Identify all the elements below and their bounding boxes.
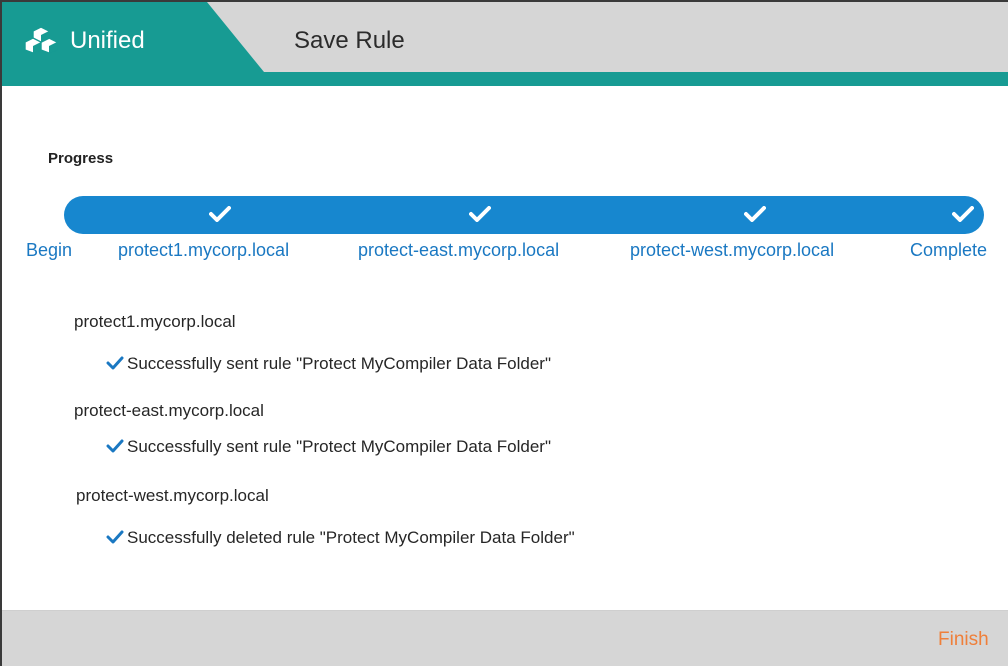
progress-bar (64, 196, 984, 234)
step-check-icon (952, 206, 974, 222)
step-complete[interactable]: Complete (910, 239, 987, 261)
result-host: protect-east.mycorp.local (74, 401, 264, 420)
result-message-text: Successfully sent rule "Protect MyCompil… (127, 354, 551, 373)
brand-label: Unified (70, 27, 145, 54)
progress-heading: Progress (48, 150, 114, 167)
step-protect-west[interactable]: protect-west.mycorp.local (630, 239, 834, 261)
step-protect1[interactable]: protect1.mycorp.local (118, 239, 289, 261)
result-message: Successfully sent rule "Protect MyCompil… (106, 436, 551, 458)
step-protect-east[interactable]: protect-east.mycorp.local (358, 239, 559, 261)
cubes-icon (24, 26, 58, 54)
step-begin[interactable]: Begin (26, 239, 72, 261)
result-host: protect-west.mycorp.local (76, 486, 269, 505)
success-check-icon (106, 356, 124, 370)
header-accent-strip (2, 72, 1008, 86)
result-message: Successfully deleted rule "Protect MyCom… (106, 527, 575, 549)
result-message: Successfully sent rule "Protect MyCompil… (106, 353, 551, 375)
result-message-text: Successfully deleted rule "Protect MyCom… (127, 528, 575, 547)
finish-button[interactable]: Finish (938, 628, 989, 652)
result-message-text: Successfully sent rule "Protect MyCompil… (127, 437, 551, 456)
success-check-icon (106, 439, 124, 453)
wizard-window: Unified Save Rule Progress Begin protect… (0, 0, 1008, 666)
step-check-icon (209, 206, 231, 222)
footer-bar (2, 610, 1008, 666)
result-host: protect1.mycorp.local (74, 312, 236, 331)
step-check-icon (744, 206, 766, 222)
success-check-icon (106, 530, 124, 544)
step-check-icon (469, 206, 491, 222)
page-title: Save Rule (294, 27, 405, 54)
